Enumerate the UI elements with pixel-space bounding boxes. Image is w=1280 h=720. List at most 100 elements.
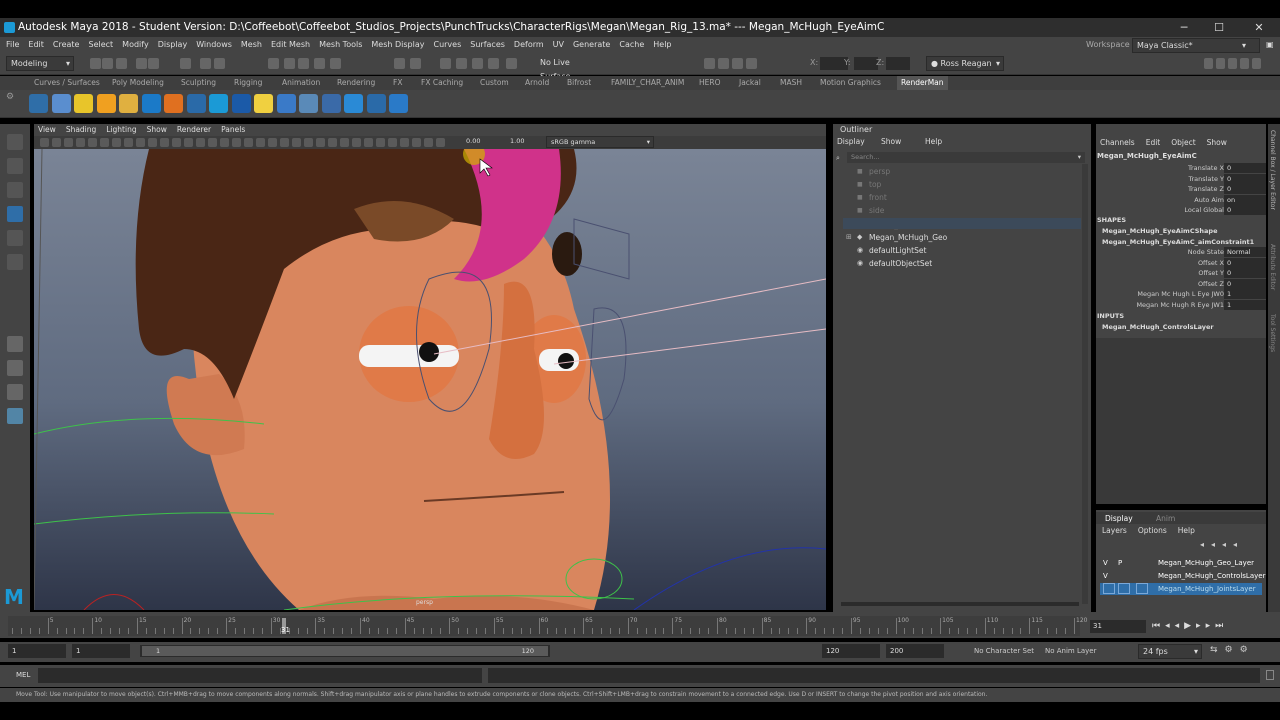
menu-cache[interactable]: Cache (619, 40, 644, 49)
open-scene-icon[interactable] (102, 58, 113, 69)
anim-end-field[interactable]: 200 (886, 644, 944, 658)
shape-attr-value[interactable]: 1 (1224, 289, 1266, 299)
channel-attr-value[interactable]: 0 (1224, 173, 1266, 184)
viewport-menu-panels[interactable]: Panels (221, 125, 245, 134)
viewport-tool-icon[interactable] (40, 138, 49, 147)
shape-attr-value[interactable]: 0 (1224, 278, 1266, 289)
layer-playback-toggle[interactable]: P (1118, 557, 1130, 568)
viewport-tool-icon[interactable] (424, 138, 433, 147)
bulb-icon[interactable] (254, 94, 273, 113)
menu-mesh[interactable]: Mesh (241, 40, 262, 49)
exposure-field[interactable]: 0.00 (466, 137, 480, 145)
range-bar[interactable]: 1 120 (140, 645, 550, 657)
viewport-tool-icon[interactable] (232, 138, 241, 147)
light-filter-icon[interactable] (186, 94, 206, 113)
playback-end-field[interactable]: 120 (822, 644, 880, 658)
shelf-tab-mash[interactable]: MASH (780, 76, 802, 90)
menu-file[interactable]: File (6, 40, 19, 49)
layer-row[interactable]: V P Megan_McHugh_Geo_Layer (1100, 557, 1262, 569)
snap-view-icon[interactable] (314, 58, 325, 69)
mel-input[interactable] (38, 668, 482, 683)
channel-attr-value[interactable]: 0 (1224, 184, 1266, 194)
tab-tool-settings[interactable]: Tool Settings (1269, 314, 1276, 352)
sun-light-icon[interactable] (74, 94, 93, 113)
tab-anim[interactable]: Anim (1156, 514, 1175, 523)
env-light-icon[interactable] (141, 94, 161, 113)
layer-visibility-toggle[interactable]: V (1103, 557, 1115, 568)
y-field[interactable] (854, 57, 878, 70)
save-scene-icon[interactable] (116, 58, 127, 69)
material-icon[interactable] (231, 94, 251, 113)
shelf-tab-rigging[interactable]: Rigging (234, 76, 262, 90)
channel-attr-value[interactable]: 0 (1224, 163, 1266, 173)
menu-select[interactable]: Select (88, 40, 113, 49)
snap-point-icon[interactable] (298, 58, 309, 69)
shelf-tab-jackal[interactable]: Jackal (739, 76, 761, 90)
viewport-menu-show[interactable]: Show (147, 125, 167, 134)
shelf-tab-arnold[interactable]: Arnold (525, 76, 549, 90)
viewport-tool-icon[interactable] (268, 138, 277, 147)
move-tool-icon[interactable] (7, 206, 23, 222)
channel-menu-show[interactable]: Show (1207, 138, 1227, 147)
shelf-tab-family-char-anim[interactable]: FAMILY_CHAR_ANIM (611, 76, 684, 90)
render-frame-icon[interactable] (440, 58, 451, 69)
shape-channel-row[interactable]: Node State Normal (1096, 247, 1266, 257)
menu-uv[interactable]: UV (553, 40, 564, 49)
ipr-render-shelf-icon[interactable] (29, 94, 48, 113)
menu-generate[interactable]: Generate (573, 40, 610, 49)
shape-channel-row[interactable]: Offset Y0 (1096, 268, 1266, 278)
new-scene-icon[interactable] (90, 58, 101, 69)
select-object-icon[interactable] (200, 58, 211, 69)
attribute-editor-icon[interactable] (1228, 58, 1237, 69)
layer-playback-toggle[interactable] (1118, 583, 1130, 594)
color-space-dropdown[interactable]: sRGB gamma ▾ (546, 136, 654, 148)
menu-create[interactable]: Create (53, 40, 80, 49)
grid-icon[interactable] (276, 94, 296, 113)
viewport-tool-icon[interactable] (352, 138, 361, 147)
playblast-icon[interactable] (506, 58, 517, 69)
tab-channel-box-layer-editor[interactable]: Channel Box / Layer Editor (1269, 130, 1276, 210)
shape-channel-row[interactable]: Offset Z0 (1096, 278, 1266, 289)
current-frame-field[interactable]: 31 (1090, 620, 1146, 633)
layer-row[interactable]: V Megan_McHugh_ControlsLayer (1100, 570, 1265, 582)
shape-attr-value[interactable]: 0 (1224, 257, 1266, 268)
spot-light-icon[interactable] (164, 94, 183, 113)
viewport-tool-icon[interactable] (292, 138, 301, 147)
render-settings-icon[interactable] (472, 58, 483, 69)
menu-help[interactable]: Help (653, 40, 671, 49)
shelf-tab-animation[interactable]: Animation (282, 76, 320, 90)
anim-layer-label[interactable]: No Anim Layer (1045, 647, 1096, 655)
viewport-tool-icon[interactable] (112, 138, 121, 147)
single-view-icon[interactable] (7, 336, 23, 352)
outliner-menu-display[interactable]: Display (837, 137, 865, 146)
input-node-1[interactable]: Megan_McHugh_ControlsLayer (1102, 323, 1214, 331)
outliner-item-camera[interactable]: persp (869, 167, 890, 176)
perspective-viewport[interactable]: persp (34, 149, 826, 610)
range-tool-icons[interactable]: ⇆⚙⚙ (1210, 645, 1255, 655)
modeling-toolkit-icon[interactable] (1216, 58, 1225, 69)
channel-menu-edit[interactable]: Edit (1146, 138, 1161, 147)
area-light-icon[interactable] (96, 94, 116, 113)
fps-dropdown[interactable]: 24 fps ▾ (1138, 644, 1202, 659)
texture-icon[interactable] (299, 94, 318, 113)
outliner-item[interactable]: defaultLightSet (869, 246, 926, 255)
menu-mesh-tools[interactable]: Mesh Tools (319, 40, 362, 49)
snap-curve-icon[interactable] (284, 58, 295, 69)
layer-visibility-toggle[interactable]: V (1103, 570, 1115, 581)
lasso-tool-icon[interactable] (7, 158, 23, 174)
paint-select-icon[interactable] (7, 182, 23, 198)
two-view-icon[interactable] (7, 384, 23, 400)
live-surface-field[interactable]: No Live Surface (536, 56, 598, 81)
playback-controls[interactable]: ⏮◂◂▶▸▸⏭ (1152, 621, 1228, 631)
playback-start-field[interactable]: 1 (72, 644, 130, 658)
shape-attr-value[interactable]: 1 (1224, 299, 1266, 310)
viewport-tool-icon[interactable] (328, 138, 337, 147)
outliner-toggle-icon[interactable] (1204, 58, 1213, 69)
script-editor-icon[interactable] (1266, 670, 1274, 680)
history-icon[interactable] (410, 58, 421, 69)
tab-attribute-editor[interactable]: Attribute Editor (1269, 244, 1276, 290)
shelf-tab-hero[interactable]: HERO (699, 76, 721, 90)
layer-menu-options[interactable]: Options (1138, 526, 1167, 535)
viewport-tool-icon[interactable] (316, 138, 325, 147)
outliner-item-camera[interactable]: top (869, 180, 881, 189)
